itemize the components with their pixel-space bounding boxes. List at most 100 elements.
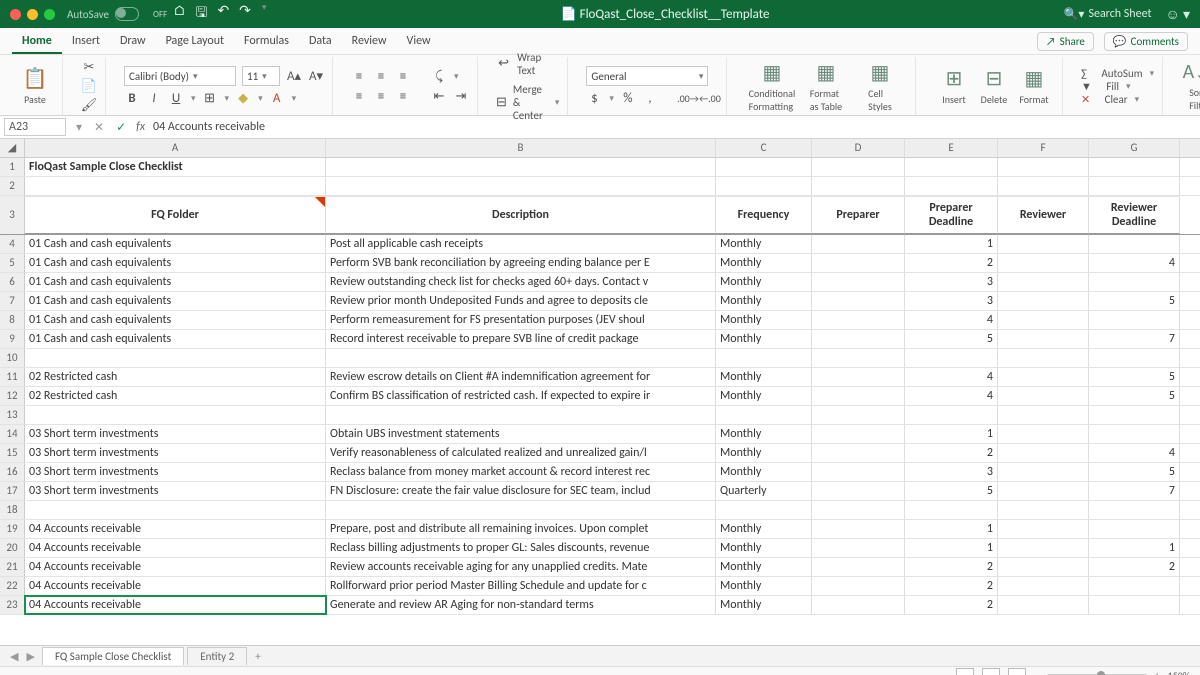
cell-A6[interactable]: 01 Cash and cash equivalents: [25, 273, 326, 291]
cell-F20[interactable]: [998, 539, 1089, 557]
cell-C9[interactable]: Monthly: [716, 330, 812, 348]
delete-cells-button[interactable]: ⊟Delete: [974, 59, 1014, 113]
cell-F17[interactable]: [998, 482, 1089, 500]
insert-cells-button[interactable]: ⊞Insert: [934, 59, 974, 113]
cell-D11[interactable]: [812, 368, 905, 386]
cell-A7[interactable]: 01 Cash and cash equivalents: [25, 292, 326, 310]
cell-G4[interactable]: [1089, 235, 1180, 253]
cell-C20[interactable]: Monthly: [716, 539, 812, 557]
cell-F11[interactable]: [998, 368, 1089, 386]
cell-A23[interactable]: 04 Accounts receivable: [25, 596, 326, 614]
conditional-formatting-button[interactable]: ▦Conditional Formatting: [745, 59, 799, 113]
row-10[interactable]: 10: [0, 349, 1200, 368]
shrink-font-icon[interactable]: A▾: [308, 68, 324, 84]
cell-B6[interactable]: Review outstanding check list for checks…: [326, 273, 716, 291]
row-14[interactable]: 1403 Short term investmentsObtain UBS in…: [0, 425, 1200, 444]
row-2[interactable]: 2: [0, 177, 1200, 196]
cell-B12[interactable]: Confirm BS classification of restricted …: [326, 387, 716, 405]
cell-A9[interactable]: 01 Cash and cash equivalents: [25, 330, 326, 348]
row-6[interactable]: 601 Cash and cash equivalentsReview outs…: [0, 273, 1200, 292]
cell-D12[interactable]: [812, 387, 905, 405]
format-painter-icon[interactable]: 🖌: [81, 97, 97, 113]
cell-G15[interactable]: 4: [1089, 444, 1180, 462]
cell-D20[interactable]: [812, 539, 905, 557]
cell-B4[interactable]: Post all applicable cash receipts: [326, 235, 716, 253]
comments-button[interactable]: 💬Comments: [1104, 32, 1188, 51]
add-sheet-button[interactable]: +: [247, 650, 268, 663]
tab-review[interactable]: Review: [342, 28, 397, 54]
tab-draw[interactable]: Draw: [110, 28, 156, 54]
align-bottom-icon[interactable]: ≡: [395, 68, 411, 84]
hdr-description[interactable]: Description: [326, 196, 716, 234]
cell-F21[interactable]: [998, 558, 1089, 576]
cell-B22[interactable]: Rollforward prior period Master Billing …: [326, 577, 716, 595]
cell-A12[interactable]: 02 Restricted cash: [25, 387, 326, 405]
cell-D10[interactable]: [812, 349, 905, 367]
align-middle-icon[interactable]: ≡: [373, 68, 389, 84]
sheet-nav-next[interactable]: ▶: [22, 650, 38, 663]
cell-G20[interactable]: 1: [1089, 539, 1180, 557]
page-break-view-icon[interactable]: [1008, 668, 1026, 675]
increase-decimal-icon[interactable]: .00→: [680, 90, 696, 106]
search-sheet[interactable]: 🔍▾ Search Sheet: [1063, 7, 1151, 22]
cell-B16[interactable]: Reclass balance from money market accoun…: [326, 463, 716, 481]
maximize-icon[interactable]: [44, 9, 55, 20]
cell-G5[interactable]: 4: [1089, 254, 1180, 272]
cell-A20[interactable]: 04 Accounts receivable: [25, 539, 326, 557]
minimize-icon[interactable]: [27, 9, 38, 20]
cell-D16[interactable]: [812, 463, 905, 481]
select-all-corner[interactable]: ◢: [0, 139, 25, 157]
zoom-in-button[interactable]: +: [1155, 669, 1160, 675]
cell-D18[interactable]: [812, 501, 905, 519]
cell-D4[interactable]: [812, 235, 905, 253]
cell-B18[interactable]: [326, 501, 716, 519]
cell-E12[interactable]: 4: [905, 387, 998, 405]
cell-A10[interactable]: [25, 349, 326, 367]
cell-G23[interactable]: [1089, 596, 1180, 614]
cell-A11[interactable]: 02 Restricted cash: [25, 368, 326, 386]
cell-A8[interactable]: 01 Cash and cash equivalents: [25, 311, 326, 329]
cell-G22[interactable]: [1089, 577, 1180, 595]
spreadsheet-grid[interactable]: 1 FloQast Sample Close Checklist 2 3 FQ …: [0, 158, 1200, 645]
cell-G16[interactable]: 5: [1089, 463, 1180, 481]
comma-icon[interactable]: ,: [642, 90, 658, 106]
fill-color-button[interactable]: ◆: [235, 90, 251, 106]
row-3-headers[interactable]: 3 FQ Folder Description Frequency Prepar…: [0, 196, 1200, 235]
cell-B14[interactable]: Obtain UBS investment statements: [326, 425, 716, 443]
cut-icon[interactable]: ✂: [81, 59, 97, 75]
cell-D19[interactable]: [812, 520, 905, 538]
home-icon[interactable]: ⌂: [173, 2, 185, 26]
cell-E4[interactable]: 1: [905, 235, 998, 253]
cell-G19[interactable]: [1089, 520, 1180, 538]
cell-E14[interactable]: 1: [905, 425, 998, 443]
cell-C6[interactable]: Monthly: [716, 273, 812, 291]
row-8[interactable]: 801 Cash and cash equivalentsPerform rem…: [0, 311, 1200, 330]
cell-E20[interactable]: 1: [905, 539, 998, 557]
cell-F4[interactable]: [998, 235, 1089, 253]
cell-C5[interactable]: Monthly: [716, 254, 812, 272]
cancel-formula-icon[interactable]: ✕: [88, 120, 110, 135]
cell-B15[interactable]: Verify reasonableness of calculated real…: [326, 444, 716, 462]
cell-E9[interactable]: 5: [905, 330, 998, 348]
cell-D7[interactable]: [812, 292, 905, 310]
row-1[interactable]: 1 FloQast Sample Close Checklist: [0, 158, 1200, 177]
cell-G8[interactable]: [1089, 311, 1180, 329]
cell-F10[interactable]: [998, 349, 1089, 367]
cell-C10[interactable]: [716, 349, 812, 367]
sheet-tab-entity2[interactable]: Entity 2: [187, 647, 247, 665]
row-12[interactable]: 1202 Restricted cashConfirm BS classific…: [0, 387, 1200, 406]
cell-C19[interactable]: Monthly: [716, 520, 812, 538]
cell-E17[interactable]: 5: [905, 482, 998, 500]
cell-C8[interactable]: Monthly: [716, 311, 812, 329]
cell-F22[interactable]: [998, 577, 1089, 595]
cell-A14[interactable]: 03 Short term investments: [25, 425, 326, 443]
cell-C15[interactable]: Monthly: [716, 444, 812, 462]
format-cells-button[interactable]: ▦Format: [1014, 59, 1054, 113]
row-19[interactable]: 1904 Accounts receivablePrepare, post an…: [0, 520, 1200, 539]
cell-G9[interactable]: 7: [1089, 330, 1180, 348]
cell-A15[interactable]: 03 Short term investments: [25, 444, 326, 462]
cell-C12[interactable]: Monthly: [716, 387, 812, 405]
close-icon[interactable]: [10, 9, 21, 20]
tab-page-layout[interactable]: Page Layout: [156, 28, 234, 54]
hdr-reviewer[interactable]: Reviewer: [998, 196, 1089, 234]
